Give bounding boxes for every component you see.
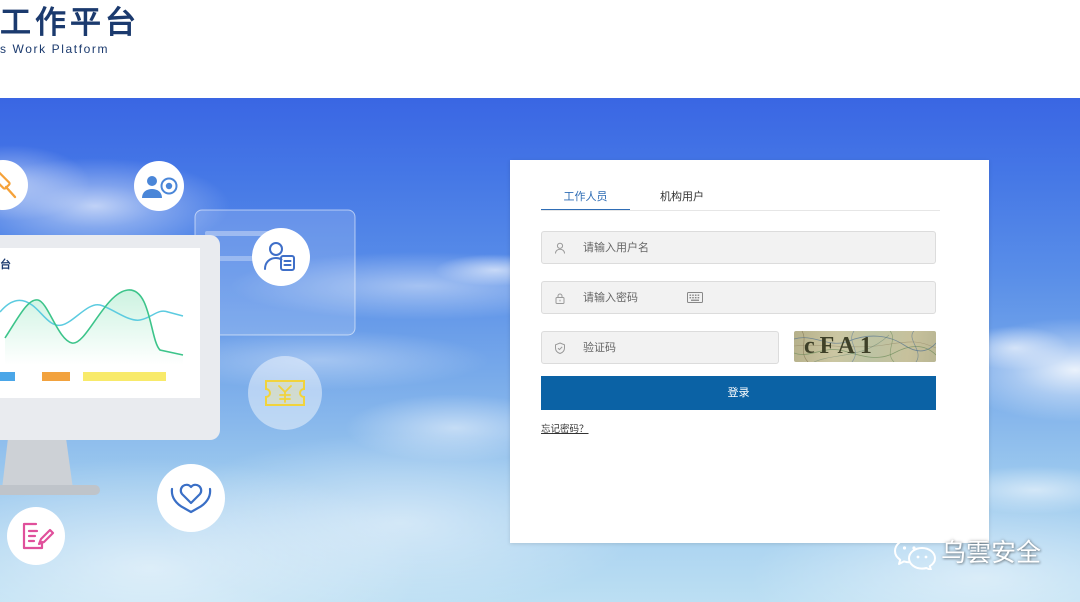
user-icon [555,242,565,254]
watermark-text: 乌雲安全 [941,539,1042,567]
logo-title: 工作平台 [0,5,140,40]
forgot-password-link[interactable]: 忘记密码？ [541,424,589,436]
monitor-screen-text: 台 [0,257,11,271]
captcha-field[interactable] [541,331,779,364]
ticket-icon [248,356,322,430]
heart-hands-icon [157,464,225,532]
captcha-image[interactable]: cFA1 [794,331,936,362]
id-badge-icon [134,161,184,211]
tab-divider [541,210,940,211]
monitor-bar-orange [42,372,70,381]
hammer-icon [0,160,28,210]
wechat-icon [894,538,936,570]
hero-illustration: 台 [0,160,356,565]
watermark: 乌雲安全 [893,535,1053,571]
password-field[interactable] [541,281,936,314]
monitor: 台 [0,235,220,495]
captcha-input[interactable] [583,332,763,363]
document-edit-icon [7,507,65,565]
monitor-bar-blue [0,372,15,381]
shield-icon [555,342,565,354]
monitor-bar-yellow [83,372,166,381]
keyboard-icon[interactable] [687,292,703,303]
password-input[interactable] [583,282,683,313]
tab-staff[interactable]: 工作人员 [541,184,630,211]
user-document-icon [252,228,310,286]
login-button[interactable]: 登录 [541,376,936,410]
username-input[interactable] [583,232,923,263]
logo-subtitle: s Work Platform [0,42,110,56]
page-header: 工作平台 s Work Platform [0,0,1080,98]
username-field[interactable] [541,231,936,264]
tab-organization-user[interactable]: 机构用户 [649,184,715,210]
captcha-text: cFA1 [804,333,877,359]
lock-icon [555,293,565,304]
login-card: 工作人员 机构用户 请输入用户名 验证码 cFA1 登录 忘记密码？ [510,160,989,543]
